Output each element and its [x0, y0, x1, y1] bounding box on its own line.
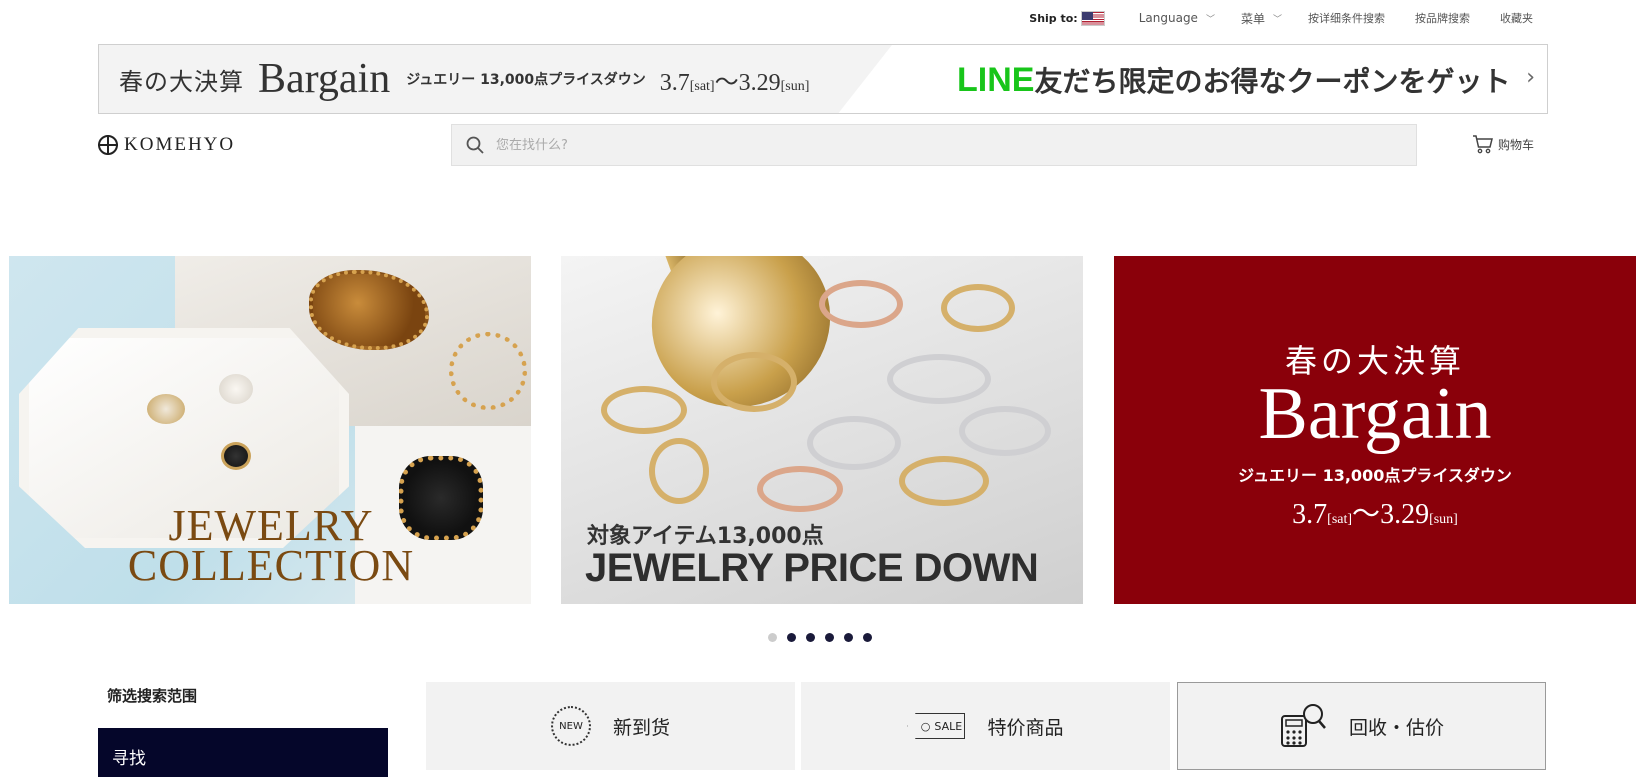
menu-dropdown[interactable]: 菜单 ﹀: [1241, 10, 1282, 27]
sale-tag-hole-icon: ○: [920, 719, 931, 733]
brand-search-link[interactable]: 按品牌搜索: [1415, 10, 1470, 26]
carousel-dot[interactable]: [768, 633, 777, 642]
promo-date: 3.7[sat]～3.29[sun]: [660, 62, 810, 97]
bargain-sun: [sun]: [1429, 512, 1458, 527]
carousel-dot[interactable]: [844, 633, 853, 642]
carousel-dot[interactable]: [806, 633, 815, 642]
promo-banner[interactable]: 春の大決算 Bargain ジュエリー 13,000点プライスダウン 3.7[s…: [98, 44, 1548, 114]
bargain-date-start: 3.7: [1292, 499, 1328, 530]
ship-to-label: Ship to:: [1029, 11, 1078, 25]
ring-image: [819, 280, 903, 328]
ring-image: [219, 374, 253, 404]
slide-jewelry-collection[interactable]: JEWELRY COLLECTION: [9, 256, 531, 604]
language-dropdown[interactable]: Language ﹀: [1139, 11, 1215, 25]
bargain-title: Bargain: [1258, 373, 1492, 455]
bargain-text-block: 春の大決算 Bargain ジュエリー 13,000点プライスダウン 3.7[s…: [1114, 256, 1636, 604]
filter-title: 筛选搜索范围: [107, 687, 198, 705]
bargain-date: 3.7[sat]～3.29[sun]: [1114, 492, 1636, 532]
ring-image: [757, 466, 843, 512]
ring-image: [959, 406, 1051, 456]
ring-image: [649, 438, 709, 504]
ring-image: [887, 354, 991, 404]
calculator-magnifier-icon: [1280, 704, 1326, 747]
promo-left: 春の大決算 Bargain ジュエリー 13,000点プライスダウン 3.7[s…: [99, 45, 809, 113]
ring-image: [899, 456, 989, 506]
find-button[interactable]: 寻找: [98, 728, 388, 777]
buyback-label: 回收・估价: [1348, 716, 1444, 739]
promo-line-panel: LINE 友だち限定のお得なクーポンをゲット: [837, 45, 1547, 113]
search-icon: [466, 136, 484, 154]
line-word: LINE: [957, 60, 1035, 99]
promo-sat: [sat]: [689, 78, 715, 94]
menu-label: 菜单: [1240, 11, 1265, 26]
sale-tag-text: SALE: [934, 719, 963, 733]
sale-tag-icon: ○ SALE: [907, 713, 966, 739]
clover-pendant-image: [449, 332, 527, 410]
new-arrivals-label: 新到货: [612, 716, 670, 739]
promo-spring-text: 春の大決算: [119, 67, 244, 96]
logo-mark-icon: [98, 135, 118, 155]
top-utility-bar: Ship to: Language ﹀ 菜单 ﹀ 按详细条件搜索 按品牌搜索 收…: [1029, 6, 1533, 30]
komehyo-logo[interactable]: KOMEHYO: [98, 134, 235, 156]
ring-image: [807, 416, 901, 470]
promo-bargain-text: Bargain: [258, 56, 391, 102]
detail-search-link[interactable]: 按详细条件搜索: [1308, 10, 1385, 26]
search-input[interactable]: [496, 137, 1296, 153]
line-coupon-text: 友だち限定のお得なクーポンをゲット: [1034, 65, 1511, 98]
us-flag-icon: [1080, 10, 1105, 26]
ring-image: [221, 442, 251, 470]
promo-tilde: ～: [714, 69, 739, 96]
slide-title: JEWELRY COLLECTION: [111, 501, 431, 590]
carousel-dot[interactable]: [863, 633, 872, 642]
chevron-right-icon[interactable]: ›: [1526, 65, 1535, 90]
cart-label: 购物车: [1498, 137, 1535, 152]
cart-link[interactable]: 购物车: [1472, 134, 1534, 154]
bargain-date-end: 3.29: [1380, 499, 1430, 530]
ring-image: [711, 352, 797, 412]
cart-icon: [1473, 135, 1493, 154]
bargain-tilde: ～: [1352, 499, 1381, 530]
sale-items-label: 特价商品: [987, 716, 1064, 739]
ring-image: [941, 284, 1015, 332]
ship-to[interactable]: Ship to:: [1029, 10, 1105, 26]
slide-jewelry-price-down[interactable]: 対象アイテム13,000点 JEWELRY PRICE DOWN: [561, 256, 1083, 604]
carousel-dot[interactable]: [825, 633, 834, 642]
bargain-sub-text: ジュエリー 13,000点プライスダウン: [1238, 466, 1512, 485]
sale-items-tile[interactable]: ○ SALE 特价商品: [801, 682, 1170, 770]
promo-sun: [sun]: [780, 78, 810, 94]
buyback-tile[interactable]: 回收・估价: [1177, 682, 1546, 770]
new-arrivals-tile[interactable]: NEW 新到货: [426, 682, 795, 770]
bargain-sat: [sat]: [1327, 512, 1353, 527]
chevron-down-icon: ﹀: [1272, 14, 1282, 25]
promo-date-end: 3.29: [738, 69, 781, 96]
carousel-dots: [768, 633, 872, 642]
favorites-link[interactable]: 收藏夹: [1500, 10, 1533, 26]
slide-title: JEWELRY PRICE DOWN: [585, 546, 1039, 590]
carousel-dot[interactable]: [787, 633, 796, 642]
slide-title-line-1: JEWELRY: [168, 501, 374, 550]
new-icon: NEW: [550, 706, 591, 746]
search-bar[interactable]: [451, 124, 1417, 166]
ring-image: [601, 386, 687, 434]
promo-sub-text: ジュエリー 13,000点プライスダウン: [406, 72, 646, 88]
logo-text: KOMEHYO: [124, 134, 236, 155]
chevron-down-icon: ﹀: [1205, 14, 1215, 25]
promo-date-start: 3.7: [659, 69, 690, 96]
slide-spring-bargain[interactable]: 春の大決算 Bargain ジュエリー 13,000点プライスダウン 3.7[s…: [1114, 256, 1636, 604]
ring-image: [147, 394, 185, 424]
slide-title-line-2: COLLECTION: [127, 541, 415, 590]
language-label: Language: [1138, 11, 1198, 25]
